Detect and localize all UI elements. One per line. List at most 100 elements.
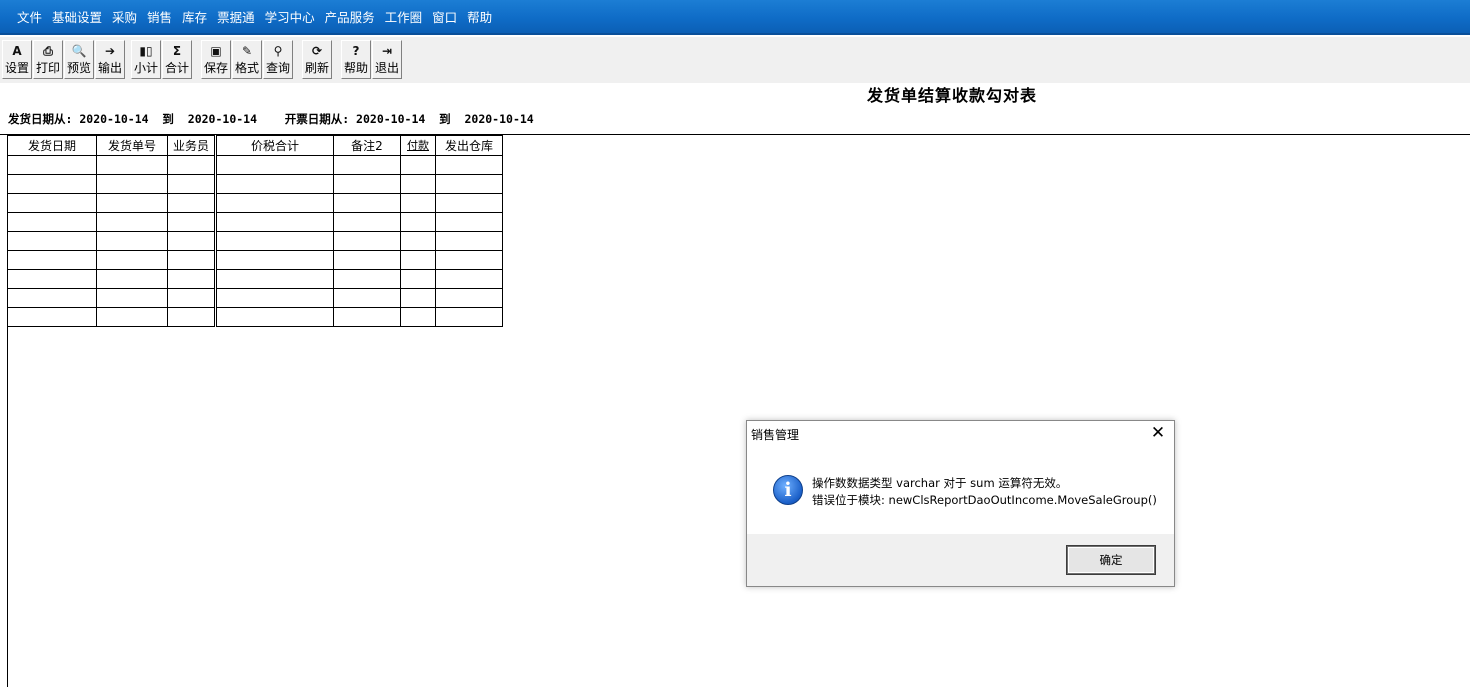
table-cell[interactable] <box>333 212 401 232</box>
table-cell[interactable] <box>167 307 217 327</box>
toolbar-button[interactable]: ✎ 格式 <box>232 40 262 79</box>
table-cell[interactable] <box>96 155 168 175</box>
table-row[interactable] <box>7 212 503 232</box>
table-cell[interactable] <box>215 250 334 270</box>
column-header[interactable]: 业务员 <box>167 135 217 156</box>
toolbar-button[interactable]: ⇥ 退出 <box>372 40 402 79</box>
table-cell[interactable] <box>7 155 97 175</box>
table-cell[interactable] <box>215 212 334 232</box>
table-cell[interactable] <box>400 193 436 213</box>
table-cell[interactable] <box>96 212 168 232</box>
table-cell[interactable] <box>167 155 217 175</box>
table-cell[interactable] <box>333 250 401 270</box>
table-cell[interactable] <box>215 174 334 194</box>
toolbar-button[interactable]: ⎙ 打印 <box>33 40 63 79</box>
table-cell[interactable] <box>167 193 217 213</box>
menu-item[interactable]: 工作圈 <box>384 7 424 26</box>
toolbar-button[interactable]: ⚲ 查询 <box>263 40 293 79</box>
table-cell[interactable] <box>435 193 503 213</box>
menu-item[interactable]: 库存 <box>181 7 208 26</box>
table-cell[interactable] <box>215 155 334 175</box>
table-cell[interactable] <box>96 193 168 213</box>
table-cell[interactable] <box>400 231 436 251</box>
table-cell[interactable] <box>333 231 401 251</box>
table-cell[interactable] <box>400 288 436 308</box>
table-cell[interactable] <box>7 193 97 213</box>
menu-item[interactable]: 文件 <box>16 7 43 26</box>
table-cell[interactable] <box>215 307 334 327</box>
table-cell[interactable] <box>435 288 503 308</box>
table-row[interactable] <box>7 288 503 308</box>
table-cell[interactable] <box>400 155 436 175</box>
table-cell[interactable] <box>167 231 217 251</box>
table-cell[interactable] <box>400 250 436 270</box>
table-cell[interactable] <box>435 231 503 251</box>
menu-item[interactable]: 销售 <box>146 7 173 26</box>
column-header[interactable]: 发货日期 <box>7 135 97 156</box>
table-row[interactable] <box>7 231 503 251</box>
table-cell[interactable] <box>7 269 97 289</box>
menu-item[interactable]: 票据通 <box>216 7 256 26</box>
table-cell[interactable] <box>215 288 334 308</box>
table-cell[interactable] <box>96 307 168 327</box>
table-row[interactable] <box>7 174 503 194</box>
table-cell[interactable] <box>167 288 217 308</box>
table-cell[interactable] <box>333 307 401 327</box>
table-cell[interactable] <box>167 212 217 232</box>
table-row[interactable] <box>7 307 503 327</box>
table-cell[interactable] <box>215 193 334 213</box>
table-cell[interactable] <box>435 174 503 194</box>
table-cell[interactable] <box>7 250 97 270</box>
table-cell[interactable] <box>400 269 436 289</box>
menu-item[interactable]: 基础设置 <box>51 7 103 26</box>
toolbar-button[interactable]: ▣ 保存 <box>201 40 231 79</box>
table-cell[interactable] <box>435 307 503 327</box>
table-cell[interactable] <box>7 307 97 327</box>
toolbar-button[interactable]: 🔍 预览 <box>64 40 94 79</box>
table-cell[interactable] <box>400 212 436 232</box>
menu-item[interactable]: 窗口 <box>431 7 458 26</box>
table-cell[interactable] <box>96 250 168 270</box>
table-cell[interactable] <box>96 288 168 308</box>
table-cell[interactable] <box>435 250 503 270</box>
table-row[interactable] <box>7 250 503 270</box>
toolbar-button[interactable]: ➔ 输出 <box>95 40 125 79</box>
table-cell[interactable] <box>215 269 334 289</box>
table-cell[interactable] <box>96 174 168 194</box>
table-cell[interactable] <box>400 174 436 194</box>
table-cell[interactable] <box>96 231 168 251</box>
table-cell[interactable] <box>167 269 217 289</box>
table-cell[interactable] <box>333 174 401 194</box>
column-header[interactable]: 价税合计 <box>215 135 334 156</box>
menu-item[interactable]: 产品服务 <box>324 7 376 26</box>
toolbar-button[interactable]: ? 帮助 <box>341 40 371 79</box>
column-header[interactable]: 发出仓库 <box>435 135 503 156</box>
table-cell[interactable] <box>167 250 217 270</box>
toolbar-button[interactable]: ⟳ 刷新 <box>302 40 332 79</box>
table-cell[interactable] <box>333 193 401 213</box>
table-cell[interactable] <box>7 174 97 194</box>
ok-button[interactable]: 确定 <box>1067 546 1155 574</box>
toolbar-button[interactable]: ▮▯ 小计 <box>131 40 161 79</box>
table-cell[interactable] <box>435 155 503 175</box>
table-cell[interactable] <box>7 231 97 251</box>
column-header[interactable]: 付款 <box>400 135 436 156</box>
table-cell[interactable] <box>333 269 401 289</box>
table-row[interactable] <box>7 269 503 289</box>
table-row[interactable] <box>7 193 503 213</box>
toolbar-button[interactable]: A 设置 <box>2 40 32 79</box>
menu-item[interactable]: 帮助 <box>466 7 493 26</box>
table-cell[interactable] <box>400 307 436 327</box>
table-cell[interactable] <box>333 155 401 175</box>
table-cell[interactable] <box>215 231 334 251</box>
table-cell[interactable] <box>7 288 97 308</box>
menu-item[interactable]: 采购 <box>111 7 138 26</box>
close-icon[interactable]: ✕ <box>1150 423 1166 443</box>
column-header[interactable]: 备注2 <box>333 135 401 156</box>
table-cell[interactable] <box>167 174 217 194</box>
table-cell[interactable] <box>7 212 97 232</box>
table-cell[interactable] <box>96 269 168 289</box>
toolbar-button[interactable]: Σ 合计 <box>162 40 192 79</box>
table-cell[interactable] <box>435 269 503 289</box>
table-cell[interactable] <box>435 212 503 232</box>
